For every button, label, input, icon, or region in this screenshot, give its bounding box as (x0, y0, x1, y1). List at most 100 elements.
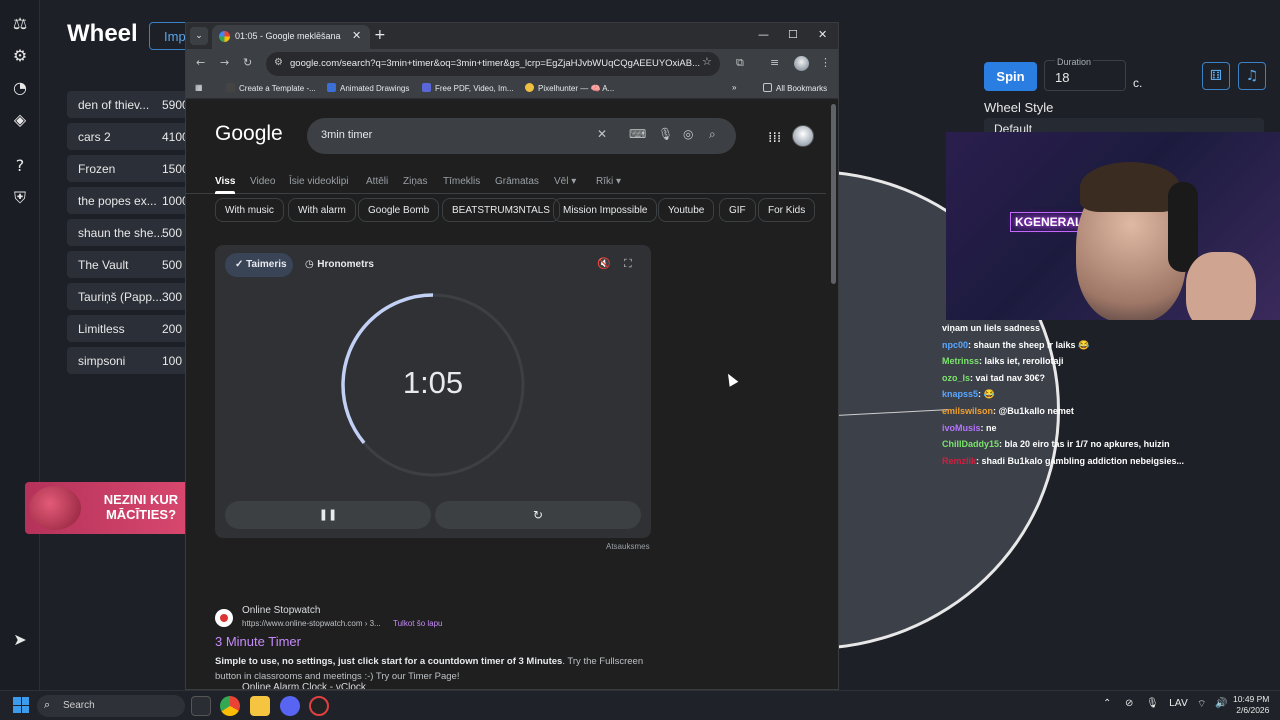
tab-news[interactable]: Ziņas (403, 176, 427, 187)
tab-images[interactable]: Attēli (366, 176, 388, 187)
dice-button[interactable]: ⚅ (1202, 62, 1230, 90)
chip-gif[interactable]: GIF (719, 198, 756, 222)
windows-start-icon[interactable] (13, 697, 29, 713)
mute-icon[interactable]: 🔇 (597, 257, 611, 270)
duration-field[interactable]: Duration 18 (1044, 57, 1126, 91)
more-bookmarks-icon[interactable]: » (732, 83, 736, 92)
music-button[interactable]: ♫ (1238, 62, 1266, 90)
translate-link[interactable]: Tulkot šo lapu (393, 619, 443, 628)
gear-icon[interactable]: ⚙ (10, 46, 30, 66)
chip-google-bomb[interactable]: Google Bomb (358, 198, 440, 222)
google-logo[interactable]: Google (215, 122, 283, 146)
star-icon[interactable]: ☆ (702, 55, 712, 68)
next-result-site[interactable]: Online Alarm Clock - vClock (242, 682, 366, 689)
chip-beatstrum3ntals[interactable]: BEATSTRUM3NTALS (442, 198, 560, 222)
stopwatch-tab[interactable]: ◷ Hronometrs (305, 259, 374, 270)
tab-tools[interactable]: Rīki ▾ (596, 176, 621, 187)
bookmark-item[interactable]: Pixelhunter — 🧠 A... (525, 83, 614, 93)
chip-mission-impossible[interactable]: Mission Impossible (553, 198, 658, 222)
chip-youtube[interactable]: Youtube (658, 198, 715, 222)
chip-with-alarm[interactable]: With alarm (288, 198, 356, 222)
site-info-icon[interactable]: ⚙ (274, 57, 283, 68)
search-icon[interactable]: ⌕ (709, 127, 716, 142)
wheel-entry[interactable]: Frozen 1500 (67, 155, 197, 182)
keyboard-icon[interactable]: ⌨ (629, 127, 646, 141)
mic-icon[interactable]: 🎙 (658, 127, 673, 141)
fullscreen-icon[interactable]: ⛶ (624, 257, 632, 271)
result-site[interactable]: Online Stopwatch (242, 605, 320, 616)
network-off-icon[interactable]: ⊘ (1125, 698, 1133, 709)
new-tab-icon[interactable]: + (374, 27, 386, 43)
chat-username: npc00 (942, 339, 969, 350)
media-icon[interactable]: ≡ (770, 56, 779, 69)
wheel-entry[interactable]: the popes ex... 1000 (67, 187, 197, 214)
menu-icon[interactable]: ⋮ (820, 56, 831, 69)
minimize-icon[interactable]: — (758, 28, 769, 41)
account-avatar[interactable] (792, 125, 814, 147)
tab-web[interactable]: Tīmeklis (443, 176, 480, 187)
result-url[interactable]: https://www.online-stopwatch.com › 3... (242, 619, 381, 628)
wheel-entry[interactable]: The Vault 500 (67, 251, 197, 278)
wheel-entry[interactable]: shaun the she... 500 (67, 219, 197, 246)
tab-all[interactable]: Viss (215, 176, 235, 187)
clear-icon[interactable]: ✕ (597, 127, 607, 141)
close-icon[interactable]: ✕ (818, 28, 827, 41)
bookmark-item[interactable]: Free PDF, Video, Im... (422, 83, 514, 93)
tab-more[interactable]: Vēl ▾ (554, 176, 576, 187)
reset-button[interactable]: ↻ (435, 501, 641, 529)
timer-widget: ✓ Taimeris ◷ Hronometrs 🔇 ⛶ 1:05 ❚❚ ↻ (215, 245, 651, 538)
tab-close-icon[interactable]: ✕ (352, 29, 361, 42)
address-bar[interactable]: ⚙ google.com/search?q=3min+timer&oq=3min… (266, 52, 720, 76)
chrome-icon[interactable] (220, 696, 240, 716)
wheel-entry[interactable]: Limitless 200 (67, 315, 197, 342)
tab-books[interactable]: Grāmatas (495, 176, 539, 187)
shield-icon[interactable]: ⛨ (10, 188, 30, 208)
spin-button[interactable]: Spin (984, 62, 1037, 91)
pause-button[interactable]: ❚❚ (225, 501, 431, 529)
send-icon[interactable]: ➤ (10, 630, 30, 650)
profile-avatar[interactable] (794, 56, 809, 71)
feedback-link[interactable]: Atsauksmes (606, 542, 650, 551)
wifi-icon[interactable]: ⌔ (1197, 698, 1206, 711)
ad-banner[interactable]: NEZINI KUR MĀCĪTIES? (25, 482, 193, 534)
obs-icon[interactable] (309, 696, 329, 716)
volume-icon[interactable]: 🔊 (1215, 698, 1227, 709)
back-icon[interactable]: ← (196, 56, 205, 69)
chip-with-music[interactable]: With music (215, 198, 284, 222)
taskbar-search[interactable]: ⌕ Search (37, 695, 185, 717)
wheel-entry[interactable]: den of thiev... 5900 (67, 91, 197, 118)
tab-shorts[interactable]: Īsie videoklipi (289, 176, 348, 187)
tab-search-icon[interactable]: ⌄ (190, 27, 208, 45)
system-clock[interactable]: 10:49 PM 2/6/2026 (1233, 694, 1269, 716)
gavel-icon[interactable]: ⚖ (10, 14, 30, 34)
mic-icon[interactable]: 🎙 (1146, 698, 1159, 709)
wheel-icon[interactable]: ◔ (10, 78, 30, 98)
result-title[interactable]: 3 Minute Timer (215, 634, 301, 649)
forward-icon[interactable]: → (220, 56, 229, 69)
wheel-entry[interactable]: simpsoni 100 (67, 347, 197, 374)
tab-video[interactable]: Video (250, 176, 275, 187)
scrollbar[interactable] (831, 104, 836, 284)
language-indicator[interactable]: LAV (1169, 698, 1188, 709)
google-apps-icon[interactable]: ⁞⁞⁞ (768, 130, 781, 146)
file-explorer-icon[interactable] (250, 696, 270, 716)
reload-icon[interactable]: ↻ (243, 56, 252, 69)
search-input[interactable]: 3min timer ✕ ⌨ 🎙 ◎ ⌕ (307, 118, 736, 154)
layers-icon[interactable]: ◈ (10, 110, 30, 130)
task-view-icon[interactable] (191, 696, 211, 716)
all-bookmarks[interactable]: All Bookmarks (763, 83, 827, 93)
chip-for-kids[interactable]: For Kids (758, 198, 816, 222)
wheel-entry[interactable]: Tauriņš (Papp... 300 (67, 283, 197, 310)
apps-grid-icon[interactable]: ▦ (195, 83, 203, 92)
bookmark-item[interactable]: Create a Template -... (226, 83, 316, 93)
tray-chevron-icon[interactable]: ⌃ (1103, 698, 1111, 709)
lens-icon[interactable]: ◎ (683, 127, 693, 141)
wheel-entry[interactable]: cars 2 4100 (67, 123, 197, 150)
discord-icon[interactable] (280, 696, 300, 716)
help-icon[interactable]: ? (10, 156, 30, 176)
bookmark-item[interactable]: Animated Drawings (327, 83, 409, 93)
browser-tab[interactable]: 01:05 - Google meklēšana ✕ (212, 25, 370, 49)
maximize-icon[interactable]: ☐ (788, 28, 798, 41)
timer-tab[interactable]: ✓ Taimeris (225, 253, 293, 277)
extensions-icon[interactable]: ⧉ (736, 56, 744, 70)
